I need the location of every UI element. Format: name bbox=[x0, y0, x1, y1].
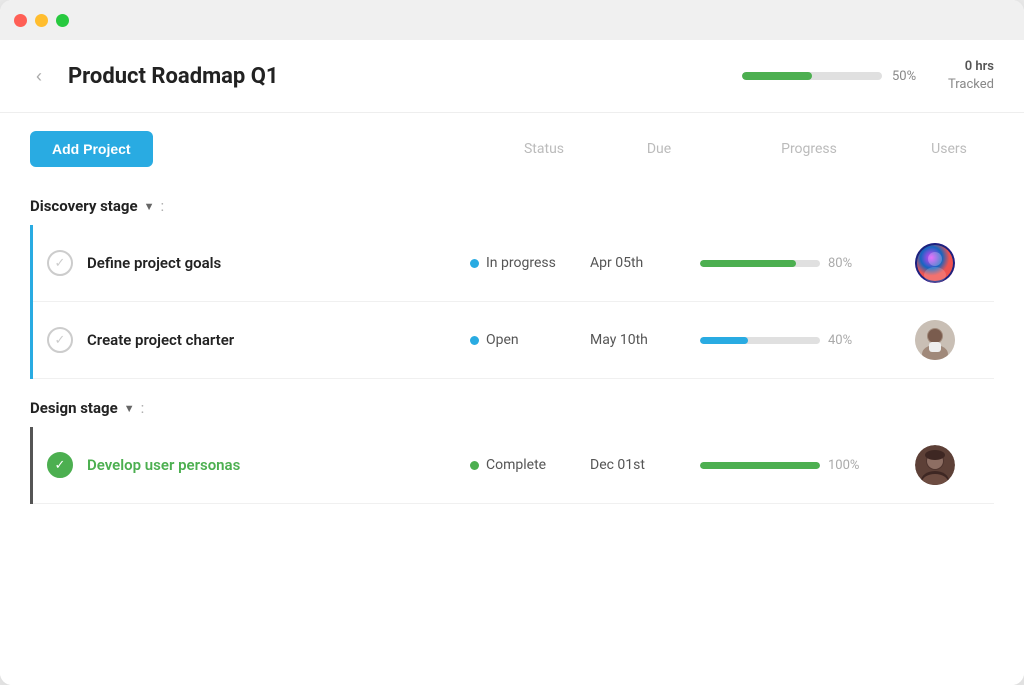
chevron-down-icon: ▼ bbox=[144, 200, 155, 213]
page-header: ‹ Product Roadmap Q1 50% 0 hrs Tracked bbox=[0, 40, 1024, 113]
table-row: ✓ Create project charter Open May 10th 4… bbox=[33, 302, 994, 379]
tracked-label: Tracked bbox=[948, 76, 994, 94]
avatar-2 bbox=[915, 320, 955, 360]
task-status-label-1: In progress bbox=[486, 255, 556, 271]
toolbar: Add Project Status Due Progress Users bbox=[0, 113, 1024, 177]
section-discovery-title: Discovery stage bbox=[30, 197, 138, 215]
tracked-hrs: 0 hrs bbox=[948, 58, 994, 76]
header-progress: 50% bbox=[742, 69, 928, 84]
close-dot[interactable] bbox=[14, 14, 27, 27]
task-due-1: Apr 05th bbox=[590, 255, 700, 271]
task-check-2[interactable]: ✓ bbox=[47, 327, 73, 353]
task-name-2: Create project charter bbox=[87, 331, 470, 349]
status-dot-2 bbox=[470, 336, 479, 345]
task-name-3: Develop user personas bbox=[87, 456, 470, 474]
status-dot-3 bbox=[470, 461, 479, 470]
task-progress-bar-1 bbox=[700, 260, 820, 267]
table-row: ✓ Define project goals In progress Apr 0… bbox=[33, 225, 994, 302]
task-progress-bar-2 bbox=[700, 337, 820, 344]
minimize-dot[interactable] bbox=[35, 14, 48, 27]
overall-progress-pct: 50% bbox=[892, 69, 928, 84]
task-progress-pct-2: 40% bbox=[828, 333, 864, 348]
back-button[interactable]: ‹ bbox=[30, 66, 48, 87]
discovery-task-group: ✓ Define project goals In progress Apr 0… bbox=[30, 225, 994, 379]
section-design-title: Design stage bbox=[30, 399, 118, 417]
task-progress-pct-3: 100% bbox=[828, 458, 864, 473]
section-colon-2: : bbox=[141, 399, 145, 417]
back-icon: ‹ bbox=[36, 66, 42, 86]
task-user-3 bbox=[890, 445, 980, 485]
avatar-3 bbox=[915, 445, 955, 485]
overall-progress-bar bbox=[742, 72, 882, 80]
design-task-group: ✓ Develop user personas Complete Dec 01s… bbox=[30, 427, 994, 504]
task-name-1: Define project goals bbox=[87, 254, 470, 272]
overall-progress-fill bbox=[742, 72, 812, 80]
task-progress-fill-2 bbox=[700, 337, 748, 344]
task-check-3[interactable]: ✓ bbox=[47, 452, 73, 478]
task-user-1 bbox=[890, 243, 980, 283]
main-content: ‹ Product Roadmap Q1 50% 0 hrs Tracked A… bbox=[0, 40, 1024, 685]
avatar-1 bbox=[915, 243, 955, 283]
section-colon: : bbox=[160, 197, 164, 215]
task-progress-fill-1 bbox=[700, 260, 796, 267]
section-discovery-header[interactable]: Discovery stage ▼ : bbox=[30, 187, 994, 225]
titlebar bbox=[0, 0, 1024, 40]
add-project-button[interactable]: Add Project bbox=[30, 131, 153, 167]
task-due-2: May 10th bbox=[590, 332, 700, 348]
chevron-down-icon-2: ▼ bbox=[124, 402, 135, 415]
task-due-3: Dec 01st bbox=[590, 457, 700, 473]
page-title: Product Roadmap Q1 bbox=[68, 64, 722, 89]
app-window: ‹ Product Roadmap Q1 50% 0 hrs Tracked A… bbox=[0, 0, 1024, 685]
section-discovery: Discovery stage ▼ : ✓ Define project goa… bbox=[0, 177, 1024, 379]
task-progress-fill-3 bbox=[700, 462, 820, 469]
status-dot-1 bbox=[470, 259, 479, 268]
check-icon-2: ✓ bbox=[55, 333, 66, 348]
col-header-progress: Progress bbox=[714, 141, 904, 157]
task-status-3: Complete bbox=[470, 457, 590, 473]
task-progress-1: 80% bbox=[700, 256, 890, 271]
task-progress-pct-1: 80% bbox=[828, 256, 864, 271]
task-status-2: Open bbox=[470, 332, 590, 348]
maximize-dot[interactable] bbox=[56, 14, 69, 27]
task-progress-bar-3 bbox=[700, 462, 820, 469]
col-header-status: Status bbox=[484, 141, 604, 157]
task-progress-3: 100% bbox=[700, 458, 890, 473]
col-header-users: Users bbox=[904, 141, 994, 157]
section-design: Design stage ▼ : ✓ Develop user personas… bbox=[0, 379, 1024, 504]
task-status-label-3: Complete bbox=[486, 457, 546, 473]
task-progress-2: 40% bbox=[700, 333, 890, 348]
task-user-2 bbox=[890, 320, 980, 360]
check-icon-1: ✓ bbox=[55, 256, 66, 271]
check-icon-3: ✓ bbox=[55, 458, 66, 473]
task-status-1: In progress bbox=[470, 255, 590, 271]
table-row: ✓ Develop user personas Complete Dec 01s… bbox=[33, 427, 994, 504]
tracked-info: 0 hrs Tracked bbox=[948, 58, 994, 94]
task-check-1[interactable]: ✓ bbox=[47, 250, 73, 276]
section-design-header[interactable]: Design stage ▼ : bbox=[30, 389, 994, 427]
task-status-label-2: Open bbox=[486, 332, 519, 348]
col-header-due: Due bbox=[604, 141, 714, 157]
column-headers: Status Due Progress Users bbox=[484, 141, 994, 157]
